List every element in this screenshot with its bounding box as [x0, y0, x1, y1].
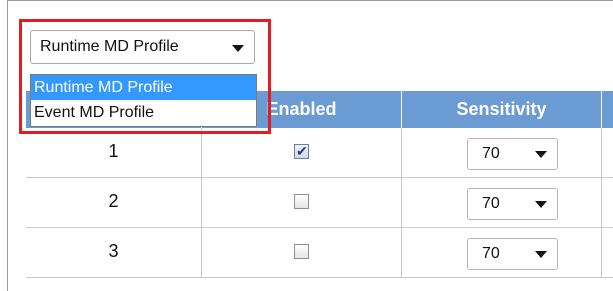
profile-select-value: Runtime MD Profile: [40, 38, 179, 55]
sensitivity-value: 70: [482, 245, 500, 262]
header-extra: [602, 91, 613, 128]
extra-cell: [602, 228, 613, 278]
sensitivity-select[interactable]: 70: [467, 188, 558, 220]
enabled-cell: [202, 178, 402, 228]
table-row: 3 70: [26, 228, 613, 278]
chevron-down-icon: [535, 251, 547, 258]
header-sensitivity: Sensitivity: [402, 91, 602, 128]
sensitivity-select[interactable]: 70: [467, 238, 558, 270]
profile-dropdown-list: Runtime MD Profile Event MD Profile: [30, 74, 257, 127]
chevron-down-icon: [535, 201, 547, 208]
table-row: 1 ✔ 70: [26, 128, 613, 178]
enabled-checkbox[interactable]: [294, 194, 309, 209]
enabled-checkbox[interactable]: ✔: [294, 143, 309, 159]
chevron-down-icon: [232, 45, 244, 52]
chevron-down-icon: [535, 151, 547, 158]
enabled-cell: ✔: [202, 128, 402, 178]
sensitivity-value: 70: [482, 145, 500, 162]
sensitivity-select[interactable]: 70: [467, 138, 558, 170]
option-runtime-md-profile[interactable]: Runtime MD Profile: [31, 75, 256, 100]
sensitivity-cell: 70: [402, 178, 602, 228]
enabled-cell: [202, 228, 402, 278]
row-number: 1: [26, 128, 202, 178]
table-row: 2 70: [26, 178, 613, 228]
sensitivity-cell: 70: [402, 128, 602, 178]
check-icon: ✔: [296, 143, 308, 159]
extra-cell: [602, 128, 613, 178]
profile-select[interactable]: Runtime MD Profile: [30, 30, 255, 64]
enabled-checkbox[interactable]: [294, 244, 309, 259]
row-number: 3: [26, 228, 202, 278]
extra-cell: [602, 178, 613, 228]
sensitivity-value: 70: [482, 195, 500, 212]
sensitivity-cell: 70: [402, 228, 602, 278]
option-event-md-profile[interactable]: Event MD Profile: [31, 100, 256, 125]
row-number: 2: [26, 178, 202, 228]
